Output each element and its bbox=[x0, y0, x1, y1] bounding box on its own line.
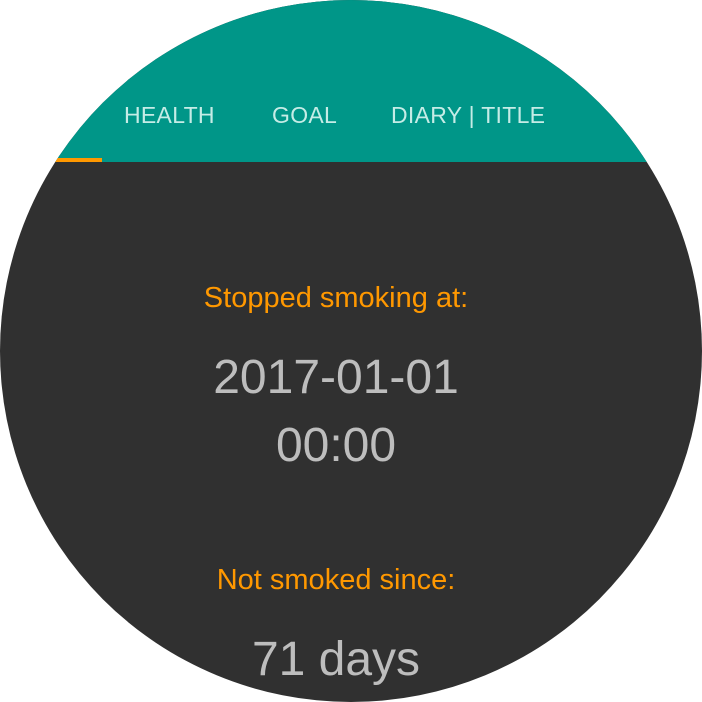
watch-screen: HEALTH GOAL DIARY | TITLE Stopped smokin… bbox=[0, 0, 702, 702]
tab-goal[interactable]: GOAL bbox=[272, 98, 337, 132]
health-page[interactable]: Stopped smoking at: 2017-01-01 00:00 Not… bbox=[0, 162, 702, 702]
stopped-date: 2017-01-01 bbox=[213, 351, 459, 404]
stopped-smoking-label: Stopped smoking at: bbox=[203, 282, 469, 314]
tab-diary-title[interactable]: DIARY | TITLE bbox=[391, 98, 545, 132]
stopped-time: 00:00 bbox=[275, 419, 397, 472]
tab-bar: HEALTH GOAL DIARY | TITLE bbox=[0, 0, 702, 162]
not-smoked-since-label: Not smoked since: bbox=[216, 564, 456, 596]
tab-health[interactable]: HEALTH bbox=[124, 98, 215, 132]
days-count: 71 days bbox=[251, 633, 421, 686]
